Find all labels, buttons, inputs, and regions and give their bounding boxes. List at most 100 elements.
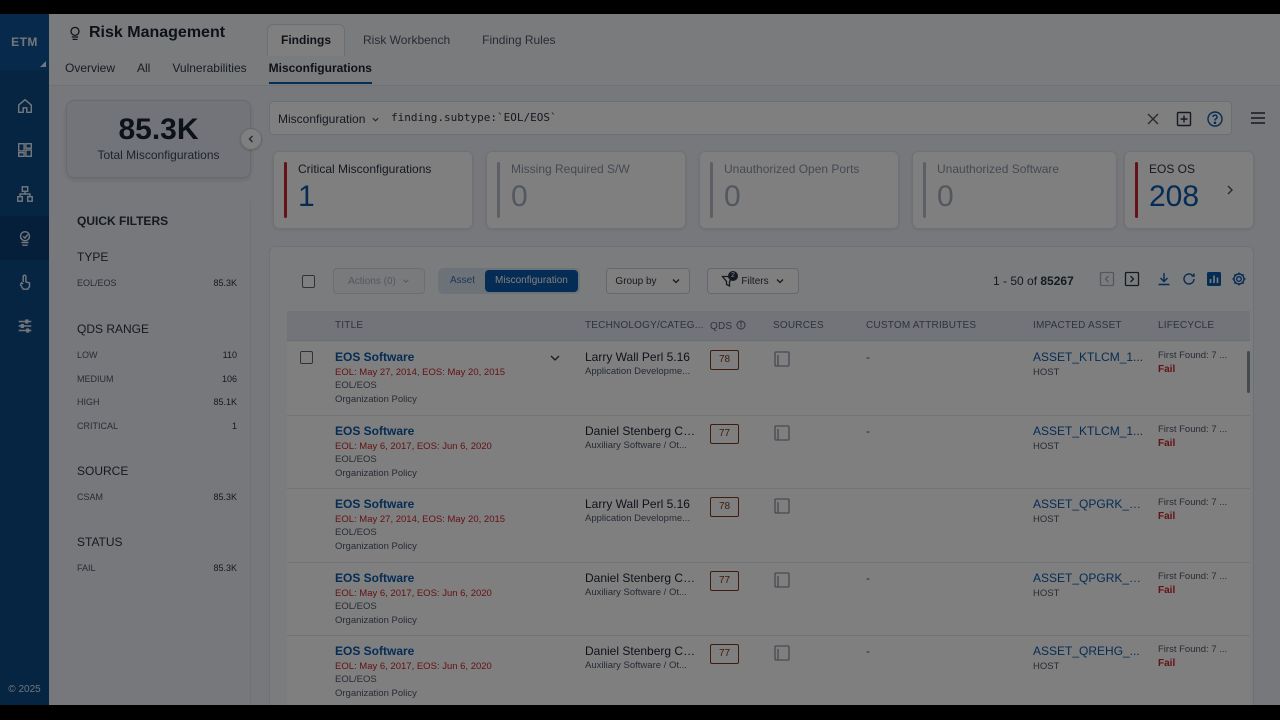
chevron-down-icon <box>403 279 409 283</box>
next-page-icon[interactable] <box>1124 271 1140 287</box>
touch-icon[interactable] <box>0 260 49 304</box>
table-row[interactable]: EOS Software EOL: May 6, 2017, EOS: Jun … <box>287 562 1250 636</box>
clear-icon[interactable] <box>1144 110 1162 128</box>
view-toggle: Asset Misconfiguration <box>438 268 580 294</box>
filter-label: CRITICAL <box>77 420 119 431</box>
card-missing-required-sw[interactable]: Missing Required S/W 0 <box>486 151 686 229</box>
query-input[interactable]: finding.subtype:`EOL/EOS` <box>391 111 557 124</box>
filter-row[interactable]: HIGH 85.1K <box>77 397 237 421</box>
finding-title-link[interactable]: EOS Software <box>335 424 414 438</box>
col-lifecycle[interactable]: LIFECYCLE <box>1158 320 1214 331</box>
risk-icon[interactable] <box>0 216 49 260</box>
card-unauthorized-software[interactable]: Unauthorized Software 0 <box>912 151 1117 229</box>
technology-category: Auxiliary Software / Ot... <box>585 660 687 671</box>
table-row[interactable]: EOS Software EOL: May 27, 2014, EOS: May… <box>287 489 1250 563</box>
first-found: First Found: 7 ... <box>1158 350 1228 361</box>
finding-type: EOL/EOS <box>335 674 377 685</box>
select-all-checkbox[interactable] <box>302 275 315 288</box>
col-title[interactable]: TITLE <box>335 320 363 331</box>
card-unauthorized-open-ports[interactable]: Unauthorized Open Ports 0 <box>699 151 899 229</box>
filter-row[interactable]: CSAM 85.3K <box>77 492 237 516</box>
impacted-asset-link[interactable]: ASSET_QPGRK_1... <box>1033 497 1145 511</box>
refresh-icon[interactable] <box>1181 271 1197 287</box>
technology-name: Daniel Stenberg Cur... <box>585 570 697 585</box>
filters-button[interactable]: 2 Filters <box>707 268 799 294</box>
subtab-overview[interactable]: Overview <box>65 58 115 84</box>
actions-button[interactable]: Actions (0) <box>333 268 425 294</box>
filter-row[interactable]: MEDIUM 106 <box>77 374 237 398</box>
filter-heading: TYPE <box>77 250 109 264</box>
settings-gear-icon[interactable] <box>1231 271 1247 287</box>
query-field-select[interactable]: Misconfiguration <box>278 112 380 126</box>
table-row[interactable]: EOS Software EOL: May 27, 2014, EOS: May… <box>287 342 1250 416</box>
card-eos-os[interactable]: EOS OS 208 <box>1124 151 1254 229</box>
col-sources[interactable]: SOURCES <box>773 320 824 331</box>
filter-count: 85.1K <box>213 397 237 407</box>
finding-title-link[interactable]: EOS Software <box>335 571 414 585</box>
hamburger-menu-icon[interactable] <box>1249 109 1267 127</box>
table-scrollbar[interactable] <box>1247 351 1250 393</box>
finding-title-link[interactable]: EOS Software <box>335 644 414 658</box>
filter-row[interactable]: FAIL 85.3K <box>77 563 237 587</box>
filter-heading: QDS RANGE <box>77 322 150 336</box>
table-header: TITLE TECHNOLOGY/CATEG... QDS SOURCES CU… <box>287 311 1250 341</box>
impacted-asset-link[interactable]: ASSET_QREHG_... <box>1033 644 1145 658</box>
table-row[interactable]: EOS Software EOL: May 6, 2017, EOS: Jun … <box>287 636 1250 705</box>
asset-type: HOST <box>1033 587 1060 599</box>
subtab-all[interactable]: All <box>137 58 150 84</box>
add-query-icon[interactable] <box>1175 110 1193 128</box>
col-impacted-asset[interactable]: IMPACTED ASSET <box>1033 320 1122 331</box>
collapse-panel-button[interactable] <box>240 128 262 150</box>
col-qds-label: QDS <box>710 321 733 332</box>
sub-tabs: Overview All Vulnerabilities Misconfigur… <box>65 58 394 84</box>
chevron-down-icon[interactable] <box>549 353 561 363</box>
filter-count: 106 <box>221 373 237 384</box>
custom-attributes-value: - <box>866 350 870 364</box>
hierarchy-icon[interactable] <box>0 172 49 216</box>
subtab-misconfigurations[interactable]: Misconfigurations <box>268 58 372 84</box>
impacted-asset-link[interactable]: ASSET_KTLCM_1... <box>1033 424 1145 438</box>
group-by-button[interactable]: Group by <box>606 268 690 294</box>
page-header: Risk Management Findings Risk Workbench … <box>49 14 1280 86</box>
finding-title-link[interactable]: EOS Software <box>335 497 414 511</box>
impacted-asset-link[interactable]: ASSET_QPGRK_1... <box>1033 571 1145 585</box>
chart-view-icon[interactable] <box>1206 271 1222 287</box>
toggle-misconfiguration[interactable]: Misconfiguration <box>485 270 578 292</box>
prev-page-icon[interactable] <box>1099 271 1115 287</box>
card-value: 0 <box>937 180 954 213</box>
pager-total: 85267 <box>1040 274 1074 288</box>
tab-findings[interactable]: Findings <box>267 24 345 56</box>
help-icon[interactable] <box>1206 110 1224 128</box>
filter-row[interactable]: CRITICAL 1 <box>77 421 237 445</box>
col-technology[interactable]: TECHNOLOGY/CATEG... <box>585 320 704 331</box>
download-icon[interactable] <box>1156 271 1172 287</box>
asset-type: HOST <box>1033 367 1060 378</box>
table-toolbar: Actions (0) Asset Misconfiguration Group… <box>270 247 1253 307</box>
chevron-right-icon[interactable] <box>1225 184 1235 196</box>
technology-name: Larry Wall Perl 5.16 <box>585 350 690 364</box>
copyright: © 2025 <box>8 684 41 695</box>
col-qds[interactable]: QDS <box>710 320 746 332</box>
subtab-vulnerabilities[interactable]: Vulnerabilities <box>172 58 246 84</box>
pager-range: 1 - 50 of <box>993 274 1038 288</box>
filter-row[interactable]: LOW 110 <box>77 350 237 374</box>
home-icon[interactable] <box>0 84 49 128</box>
card-accent-bar <box>1135 162 1138 218</box>
card-value: 1 <box>298 180 315 213</box>
left-rail: ETM © 2025 <box>0 14 49 705</box>
row-checkbox[interactable] <box>300 351 313 364</box>
dashboard-icon[interactable] <box>0 128 49 172</box>
impacted-asset-link[interactable]: ASSET_KTLCM_1... <box>1033 350 1145 364</box>
tab-risk-workbench[interactable]: Risk Workbench <box>349 24 464 56</box>
table-row[interactable]: EOS Software EOL: May 6, 2017, EOS: Jun … <box>287 415 1250 489</box>
card-critical-misconfigurations[interactable]: Critical Misconfigurations 1 <box>273 151 473 229</box>
risk-brand-icon <box>70 26 80 41</box>
toggle-asset[interactable]: Asset <box>440 270 485 292</box>
tab-finding-rules[interactable]: Finding Rules <box>468 24 569 56</box>
sliders-icon[interactable] <box>0 304 49 348</box>
filter-row[interactable]: EOL/EOS 85.3K <box>77 278 237 302</box>
finding-title-link[interactable]: EOS Software <box>335 350 414 364</box>
app-logo[interactable]: ETM <box>0 14 49 70</box>
app-logo-text: ETM <box>11 35 38 49</box>
col-custom-attributes[interactable]: CUSTOM ATTRIBUTES <box>866 320 976 331</box>
